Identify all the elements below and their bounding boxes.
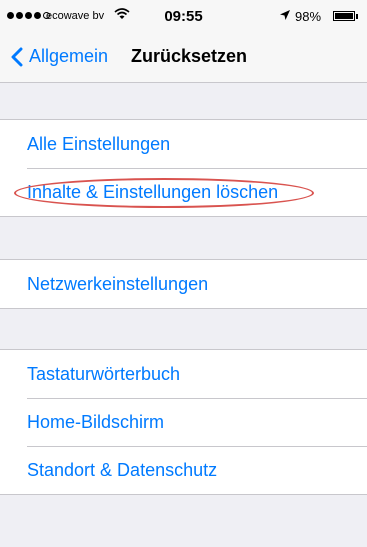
- page-title: Zurücksetzen: [131, 46, 248, 66]
- list-item-label: Alle Einstellungen: [27, 133, 171, 154]
- battery-icon: [333, 11, 358, 21]
- navigation-bar: Allgemein Zurücksetzen: [0, 34, 367, 83]
- reset-network-settings-item[interactable]: Netzwerkeinstellungen: [0, 260, 367, 308]
- reset-location-privacy-item[interactable]: Standort & Datenschutz: [0, 446, 367, 494]
- battery-percentage: 98%: [295, 9, 322, 24]
- list-item-label: Inhalte & Einstellungen löschen: [27, 181, 279, 202]
- chevron-left-icon: [11, 47, 23, 66]
- battery-fill: [335, 13, 353, 19]
- reset-group-1: Alle Einstellungen Inhalte & Einstellung…: [0, 119, 367, 217]
- reset-group-3: Tastaturwörterbuch Home-Bildschirm Stand…: [0, 349, 367, 495]
- reset-keyboard-dictionary-item[interactable]: Tastaturwörterbuch: [0, 350, 367, 398]
- back-button[interactable]: Allgemein: [11, 46, 108, 67]
- erase-content-settings-item[interactable]: Inhalte & Einstellungen löschen: [0, 168, 367, 216]
- status-bar: ecowave bv 09:55 98%: [0, 0, 367, 34]
- reset-home-screen-item[interactable]: Home-Bildschirm: [0, 398, 367, 446]
- list-item-label: Home-Bildschirm: [27, 411, 165, 432]
- reset-group-2: Netzwerkeinstellungen: [0, 259, 367, 309]
- reset-all-settings-item[interactable]: Alle Einstellungen: [0, 120, 367, 168]
- list-item-label: Standort & Datenschutz: [27, 459, 218, 480]
- back-button-label: Allgemein: [29, 46, 109, 66]
- list-item-label: Netzwerkeinstellungen: [27, 273, 209, 294]
- location-arrow-icon: [279, 9, 291, 24]
- list-item-label: Tastaturwörterbuch: [27, 363, 181, 384]
